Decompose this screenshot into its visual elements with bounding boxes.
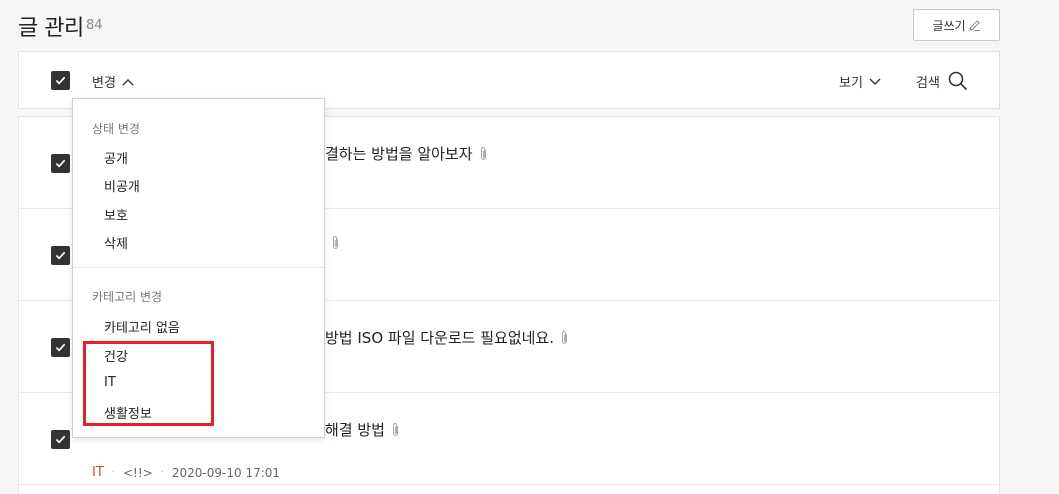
- chevron-down-icon: [869, 78, 881, 85]
- check-icon: [55, 435, 66, 444]
- post-count: 84: [86, 18, 103, 33]
- change-label: 변경: [92, 76, 116, 91]
- view-menu-button[interactable]: 보기: [839, 72, 881, 91]
- select-all-checkbox[interactable]: [51, 71, 70, 90]
- menu-item-delete[interactable]: 삭제: [104, 233, 128, 252]
- category-section-heading: 카테고리 변경: [92, 290, 163, 304]
- search-button[interactable]: 검색: [916, 71, 968, 91]
- attachment-icon: [562, 330, 567, 344]
- menu-item-private[interactable]: 비공개: [104, 176, 140, 195]
- highlight-annotation-box: [83, 341, 214, 426]
- post-checkbox[interactable]: [51, 154, 70, 173]
- pencil-icon: [968, 19, 980, 31]
- check-icon: [55, 343, 66, 352]
- post-title: 결하는 방법을 알아보자: [325, 145, 473, 163]
- post-meta: IT · <!!> · 2020-09-10 17:01: [92, 465, 280, 480]
- attachment-icon: [392, 422, 398, 436]
- attachment-icon: [480, 146, 486, 160]
- attachment-icon: [333, 236, 338, 249]
- post-title: 방법 ISO 파일 다운로드 필요없네요.: [325, 329, 554, 347]
- meta-separator: ·: [160, 467, 164, 478]
- view-label: 보기: [839, 76, 863, 91]
- post-checkbox[interactable]: [51, 338, 70, 357]
- check-icon: [55, 159, 66, 168]
- post-title-link[interactable]: 해결 방법: [325, 419, 400, 440]
- post-category[interactable]: IT: [92, 465, 104, 480]
- search-label: 검색: [916, 75, 940, 91]
- write-button-label: 글쓰기: [932, 18, 966, 33]
- status-section-heading: 상태 변경: [92, 122, 140, 136]
- post-checkbox[interactable]: [51, 246, 70, 265]
- post-title: 해결 방법: [325, 421, 385, 439]
- post-title-link[interactable]: 방법 ISO 파일 다운로드 필요없네요.: [325, 327, 569, 348]
- menu-item-public[interactable]: 공개: [104, 148, 128, 167]
- post-author: <!!>: [122, 465, 153, 480]
- chevron-up-icon: [122, 78, 134, 85]
- menu-divider: [73, 267, 324, 268]
- menu-item-protected[interactable]: 보호: [104, 205, 128, 224]
- post-title-link[interactable]: 결하는 방법을 알아보자: [325, 143, 488, 164]
- page-title: 글 관리: [18, 16, 84, 41]
- search-icon: [948, 71, 967, 91]
- menu-item-no-category[interactable]: 카테고리 없음: [104, 317, 180, 336]
- check-icon: [55, 76, 66, 85]
- meta-separator: ·: [111, 467, 115, 478]
- post-date: 2020-09-10 17:01: [171, 465, 281, 480]
- check-icon: [55, 251, 66, 260]
- write-post-button[interactable]: 글쓰기: [913, 9, 1000, 41]
- change-menu-button[interactable]: 변경: [92, 72, 134, 91]
- post-title-link[interactable]: [325, 235, 340, 251]
- post-checkbox[interactable]: [51, 430, 70, 449]
